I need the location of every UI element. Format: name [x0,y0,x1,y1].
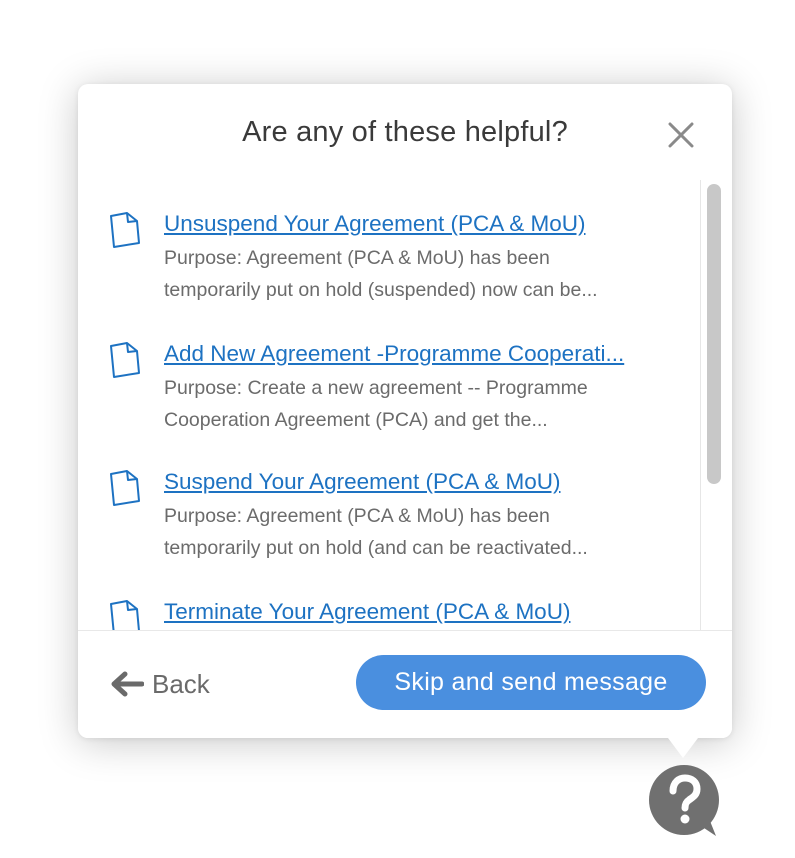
panel-pointer [668,738,698,758]
summary-line: temporarily put on hold (and can be reac… [164,537,588,559]
arrow-left-icon [111,671,144,697]
close-icon [668,122,694,148]
summary-line: temporarily put on hold (suspended) now … [164,279,598,301]
panel-footer: Back Skip and send message [78,630,732,738]
panel-header: Are any of these helpful? [78,84,732,180]
article-link[interactable]: Add New Agreement -Programme Cooperati..… [164,340,694,368]
article-link[interactable]: Terminate Your Agreement (PCA & MoU) [164,598,694,626]
list-item[interactable]: Terminate Your Agreement (PCA & MoU) [78,598,700,630]
list-item[interactable]: Suspend Your Agreement (PCA & MoU) Purpo… [78,468,700,588]
list-item[interactable]: Unsuspend Your Agreement (PCA & MoU) Pur… [78,210,700,330]
article-summary: Purpose: Create a new agreement -- Progr… [164,372,684,432]
article-summary: Purpose: Agreement (PCA & MoU) has been … [164,242,684,302]
summary-line: Purpose: Agreement (PCA & MoU) has been [164,247,550,269]
suggestion-list[interactable]: Unsuspend Your Agreement (PCA & MoU) Pur… [78,180,700,630]
summary-line: Purpose: Agreement (PCA & MoU) has been [164,505,550,527]
summary-line: Cooperation Agreement (PCA) and get the.… [164,409,548,431]
summary-line: Purpose: Create a new agreement -- Progr… [164,377,588,399]
close-button[interactable] [666,120,696,150]
document-icon [110,600,140,630]
skip-and-send-button[interactable]: Skip and send message [356,655,706,710]
document-icon [110,212,140,248]
scrollbar-thumb[interactable] [707,184,721,484]
help-launcher-button[interactable] [646,764,728,842]
article-link[interactable]: Unsuspend Your Agreement (PCA & MoU) [164,210,694,238]
suggestions-panel: Are any of these helpful? Unsuspend Your… [78,84,732,738]
scrollbar[interactable] [703,180,725,630]
article-summary: Purpose: Agreement (PCA & MoU) has been … [164,500,684,560]
article-link[interactable]: Suspend Your Agreement (PCA & MoU) [164,468,694,496]
panel-title: Are any of these helpful? [242,116,568,148]
back-button[interactable]: Back [110,667,210,701]
help-widget-stage: Are any of these helpful? Unsuspend Your… [0,0,795,858]
list-item[interactable]: Add New Agreement -Programme Cooperati..… [78,340,700,460]
document-icon [110,342,140,378]
list-divider [700,180,701,630]
document-icon [110,470,140,506]
question-bubble-icon [649,765,719,836]
back-label: Back [152,668,210,699]
